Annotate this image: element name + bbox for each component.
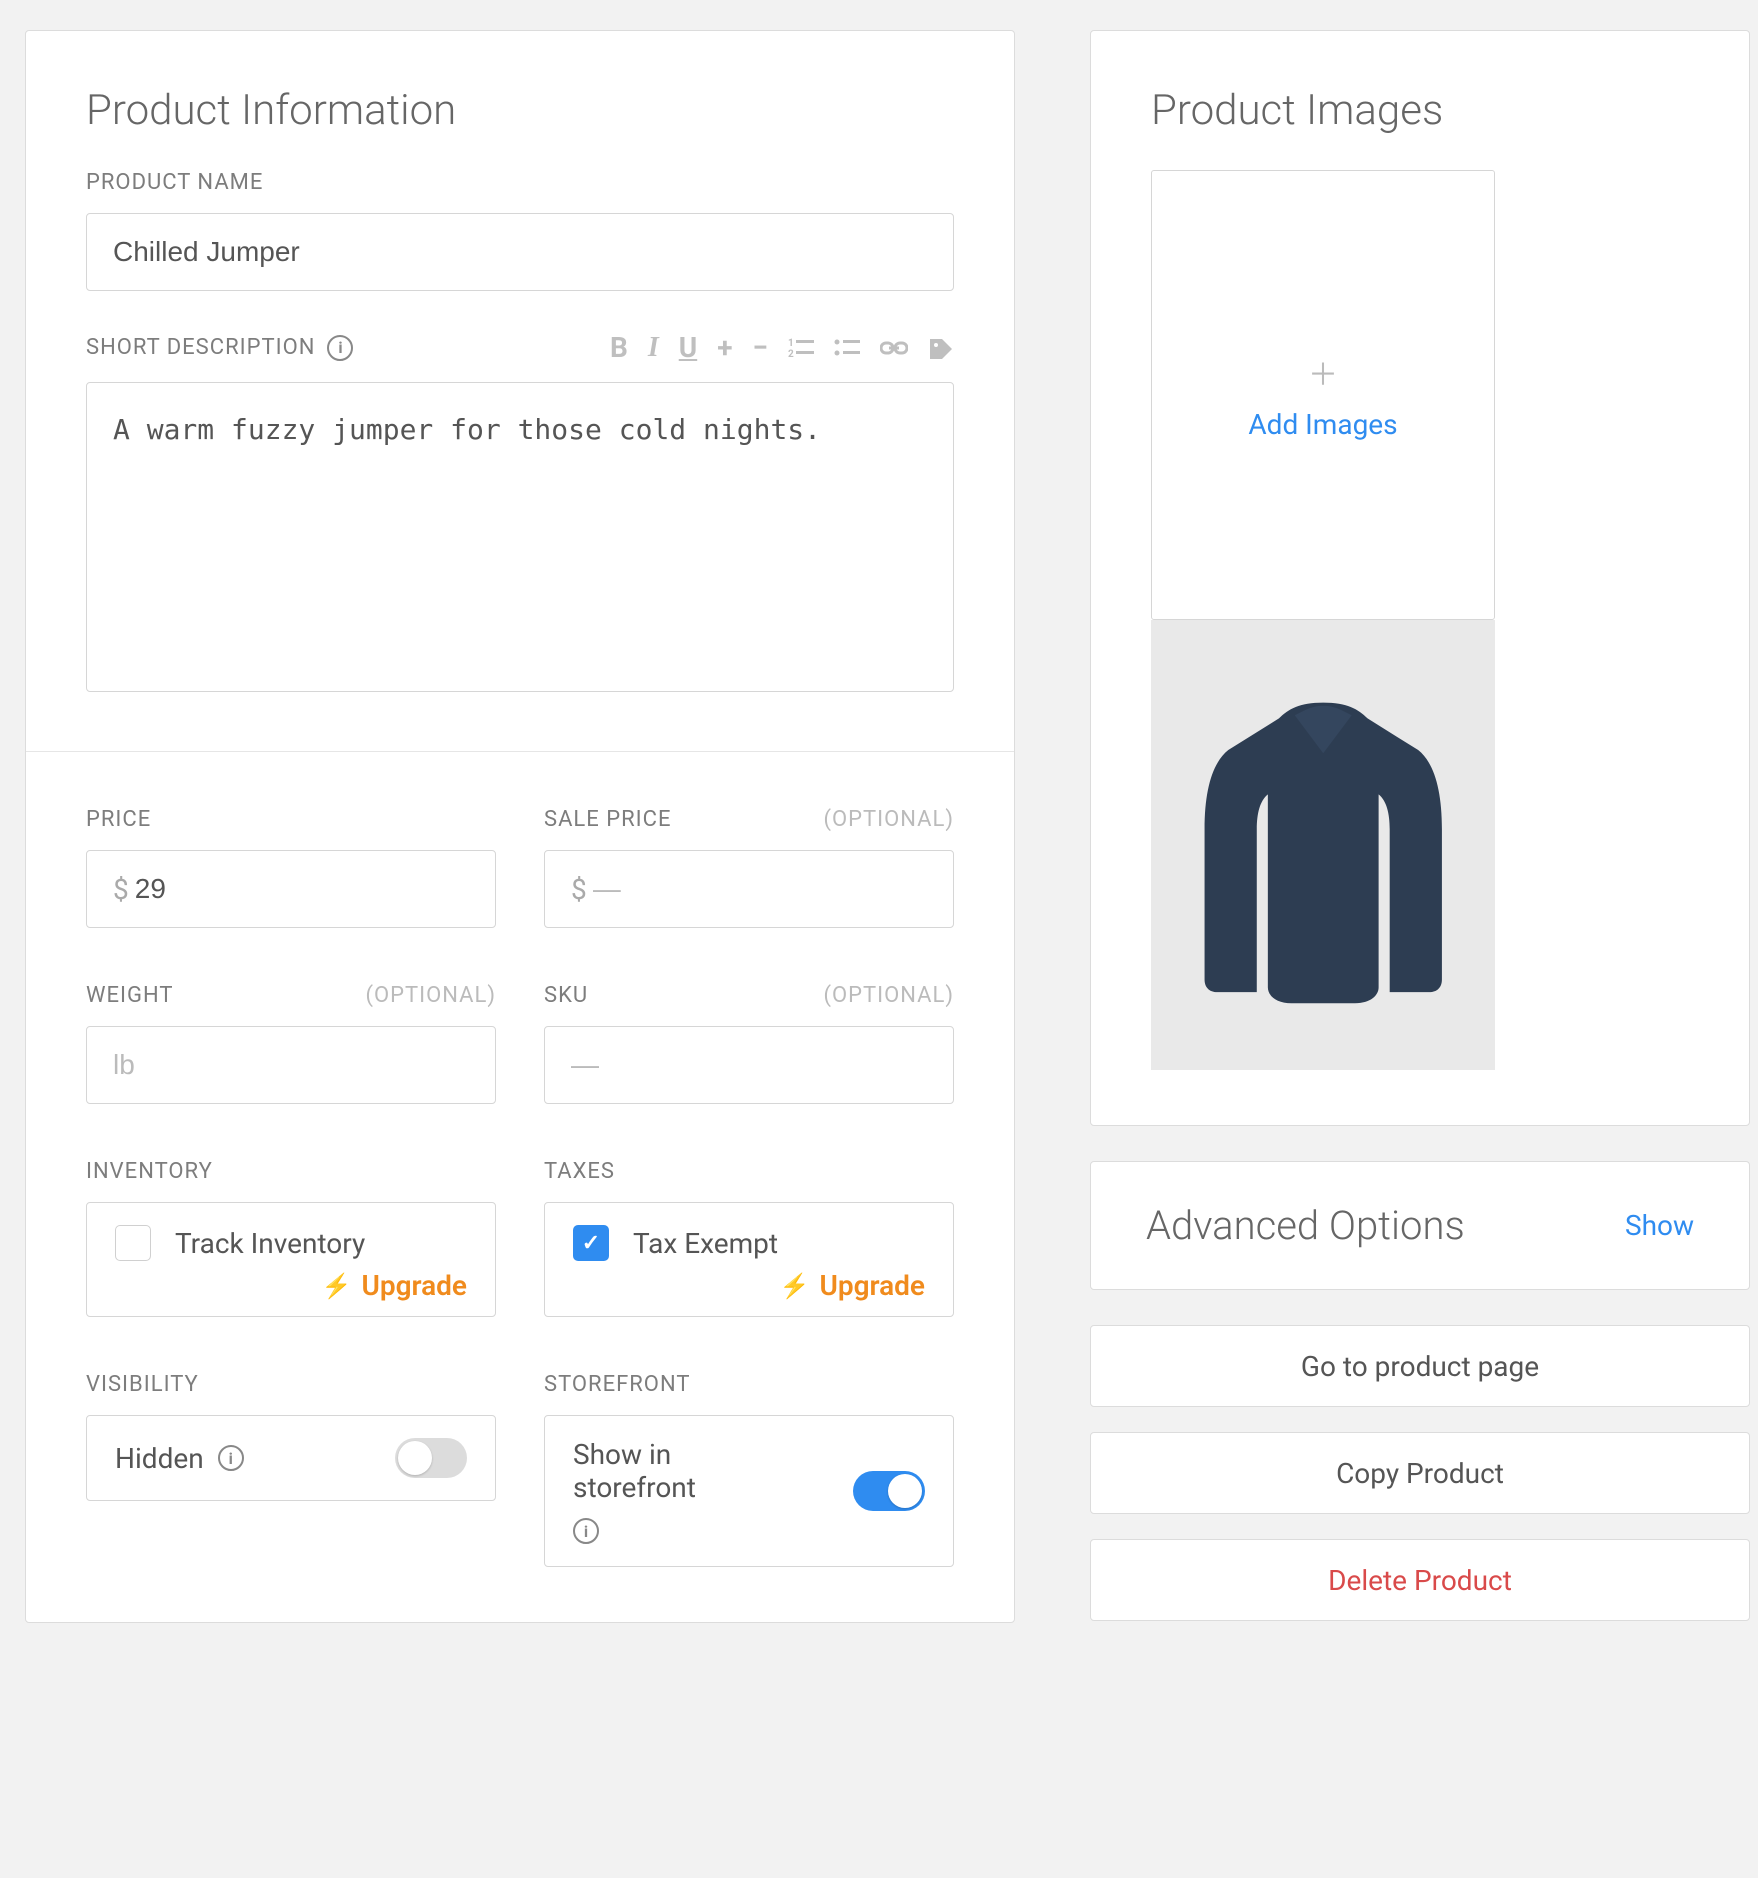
price-input[interactable]	[135, 873, 469, 905]
visibility-toggle[interactable]	[395, 1438, 467, 1478]
price-input-wrapper[interactable]: $	[86, 850, 496, 928]
tax-exempt-row[interactable]: Tax Exempt ⚡ Upgrade	[544, 1202, 954, 1317]
track-inventory-text: Track Inventory	[175, 1227, 365, 1260]
visibility-toggle-row[interactable]: Hidden i	[86, 1415, 496, 1501]
optional-label: (OPTIONAL)	[823, 983, 954, 1008]
optional-label: (OPTIONAL)	[823, 807, 954, 832]
bolt-icon: ⚡	[780, 1272, 810, 1300]
sale-price-input-wrapper[interactable]: $	[544, 850, 954, 928]
product-information-section: Product Information PRODUCT NAME SHORT D…	[26, 31, 1014, 751]
storefront-toggle-row[interactable]: Show in storefront i	[544, 1415, 954, 1567]
product-name-input[interactable]	[86, 213, 954, 291]
inventory-upgrade-link[interactable]: ⚡ Upgrade	[115, 1269, 467, 1302]
product-images-section: Product Images ＋ Add Images	[1090, 30, 1750, 1126]
bold-icon[interactable]: B	[610, 331, 628, 364]
upgrade-text: Upgrade	[361, 1269, 467, 1302]
add-images-link[interactable]: Add Images	[1248, 408, 1397, 441]
italic-icon[interactable]: I	[648, 332, 659, 364]
tag-icon[interactable]	[928, 337, 954, 359]
underline-icon[interactable]: U	[679, 331, 697, 364]
product-name-label: PRODUCT NAME	[86, 170, 954, 195]
rich-text-toolbar: B I U + − 12	[610, 331, 954, 364]
track-inventory-checkbox[interactable]	[115, 1225, 151, 1261]
advanced-options-card: Advanced Options Show	[1090, 1161, 1750, 1290]
short-description-label: SHORT DESCRIPTION	[86, 335, 315, 360]
sku-label: SKU	[544, 983, 588, 1008]
go-to-product-page-button[interactable]: Go to product page	[1090, 1325, 1750, 1407]
delete-product-button[interactable]: Delete Product	[1090, 1539, 1750, 1621]
ordered-list-icon[interactable]: 12	[788, 337, 814, 359]
bolt-icon: ⚡	[322, 1272, 352, 1300]
add-images-box[interactable]: ＋ Add Images	[1151, 170, 1495, 620]
product-information-title: Product Information	[86, 86, 954, 135]
weight-input[interactable]	[86, 1026, 496, 1104]
minus-icon[interactable]: −	[752, 331, 768, 364]
storefront-label: STOREFRONT	[544, 1372, 954, 1397]
track-inventory-row[interactable]: Track Inventory ⚡ Upgrade	[86, 1202, 496, 1317]
product-images-title: Product Images	[1151, 86, 1689, 135]
show-in-storefront-text: Show in storefront	[573, 1438, 791, 1504]
svg-text:1: 1	[788, 338, 794, 349]
weight-label: WEIGHT	[86, 983, 174, 1008]
taxes-label: TAXES	[544, 1159, 954, 1184]
sale-price-input[interactable]	[593, 873, 927, 905]
hidden-text: Hidden	[115, 1442, 204, 1475]
unordered-list-icon[interactable]	[834, 337, 860, 359]
info-icon[interactable]: i	[327, 335, 353, 361]
product-image-thumbnail[interactable]	[1151, 620, 1495, 1070]
optional-label: (OPTIONAL)	[365, 983, 496, 1008]
info-icon[interactable]: i	[218, 1445, 244, 1471]
plus-icon[interactable]: +	[717, 331, 732, 364]
price-label: PRICE	[86, 807, 496, 832]
link-icon[interactable]	[880, 339, 908, 357]
inventory-label: INVENTORY	[86, 1159, 496, 1184]
visibility-label: VISIBILITY	[86, 1372, 496, 1397]
advanced-options-show-link[interactable]: Show	[1625, 1209, 1694, 1242]
currency-symbol: $	[571, 873, 587, 906]
tax-exempt-text: Tax Exempt	[633, 1227, 778, 1260]
sku-input[interactable]	[544, 1026, 954, 1104]
pricing-section: PRICE $ SALE PRICE (OPTIONAL) $	[26, 752, 1014, 1622]
info-icon[interactable]: i	[573, 1518, 599, 1544]
taxes-upgrade-link[interactable]: ⚡ Upgrade	[573, 1269, 925, 1302]
advanced-options-title: Advanced Options	[1146, 1202, 1465, 1249]
copy-product-button[interactable]: Copy Product	[1090, 1432, 1750, 1514]
storefront-toggle[interactable]	[853, 1471, 925, 1511]
currency-symbol: $	[113, 873, 129, 906]
plus-icon: ＋	[1308, 350, 1338, 394]
tax-exempt-checkbox[interactable]	[573, 1225, 609, 1261]
svg-text:2: 2	[788, 349, 794, 359]
sale-price-label: SALE PRICE	[544, 807, 671, 832]
short-description-input[interactable]	[86, 382, 954, 692]
upgrade-text: Upgrade	[819, 1269, 925, 1302]
